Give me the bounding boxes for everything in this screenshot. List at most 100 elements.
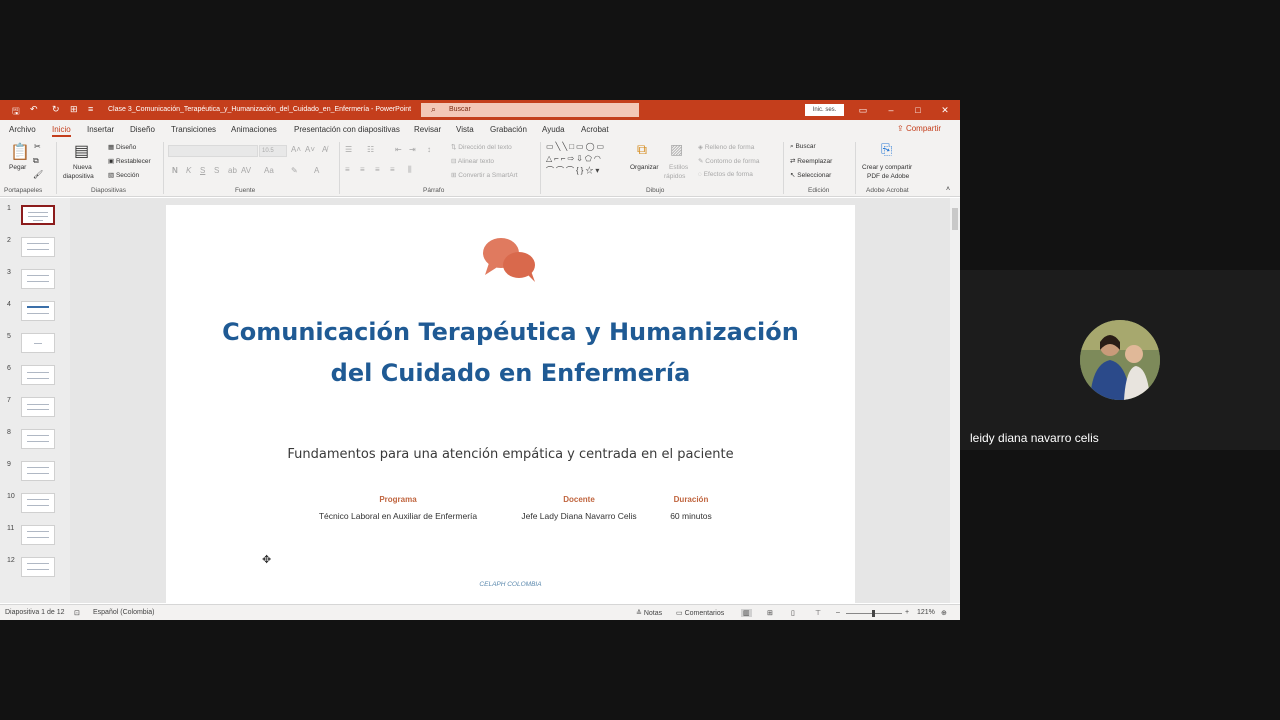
char-spacing-icon[interactable]: AV — [241, 166, 251, 175]
zoom-out-icon[interactable]: – — [836, 609, 840, 616]
find-button[interactable]: ⌕ Buscar — [790, 143, 816, 151]
strikethrough-icon[interactable]: ab — [228, 166, 237, 175]
thumbnail-slide-10[interactable] — [21, 493, 55, 513]
new-slide-label-1[interactable]: Nueva — [73, 164, 92, 171]
quick-styles-icon[interactable]: ▨ — [670, 141, 683, 158]
thumbnail-slide-5[interactable] — [21, 333, 55, 353]
replace-button[interactable]: ⇄ Reemplazar — [790, 157, 832, 165]
signin-button[interactable]: Inic. ses. — [805, 104, 844, 116]
thumbnail-slide-9[interactable] — [21, 461, 55, 481]
shape-effects-button[interactable]: ◌ Efectos de forma — [698, 171, 753, 178]
vertical-scrollbar[interactable] — [950, 198, 960, 603]
align-text-button[interactable]: ⊟ Alinear texto — [451, 157, 494, 165]
justify-icon[interactable]: ≡ — [390, 165, 395, 174]
adobe-pdf-icon[interactable]: ⎘ — [881, 141, 892, 158]
arrange-icon[interactable]: ⧉ — [637, 141, 647, 158]
redo-icon[interactable]: ↻ — [52, 104, 60, 115]
clear-format-icon[interactable]: A̸ — [322, 145, 327, 154]
zoom-level[interactable]: 121% — [917, 609, 935, 616]
shrink-font-icon[interactable]: A˅ — [305, 145, 315, 154]
collapse-ribbon-icon[interactable]: ˄ — [946, 186, 950, 193]
thumbnail-slide-7[interactable] — [21, 397, 55, 417]
bullets-icon[interactable]: ☰ — [345, 145, 352, 154]
quick-styles-label-2[interactable]: rápidos — [664, 173, 685, 180]
tab-revisar[interactable]: Revisar — [414, 125, 441, 134]
share-button[interactable]: ⇪ Compartir — [897, 124, 941, 133]
ribbon-display-icon[interactable]: ▭ — [853, 102, 873, 118]
tab-diseno[interactable]: Diseño — [130, 125, 155, 134]
close-icon[interactable]: ✕ — [935, 102, 955, 118]
zoom-in-icon[interactable]: + — [905, 609, 909, 616]
minimize-icon[interactable]: – — [881, 102, 901, 118]
save-icon[interactable]: 🖫 — [12, 104, 20, 120]
underline-icon[interactable]: S — [200, 166, 205, 175]
comments-button[interactable]: ▭ Comentarios — [676, 609, 724, 617]
align-left-icon[interactable]: ≡ — [345, 165, 350, 174]
grow-font-icon[interactable]: A˄ — [291, 145, 301, 154]
tab-animaciones[interactable]: Animaciones — [231, 125, 277, 134]
thumbnail-slide-3[interactable] — [21, 269, 55, 289]
notes-button[interactable]: ≙ Notas — [636, 609, 662, 617]
scrollbar-thumb[interactable] — [952, 208, 958, 230]
shapes-gallery[interactable]: ▭╲╲□▭◯▭ △⌐⌐⇨⇩⬠◠ ⌒⌒⌒{}☆▾ — [546, 141, 628, 179]
tab-transiciones[interactable]: Transiciones — [171, 125, 216, 134]
copy-icon[interactable]: ⧉ — [33, 156, 39, 166]
thumbnail-slide-12[interactable] — [21, 557, 55, 577]
highlight-icon[interactable]: ✎ — [291, 166, 298, 175]
present-from-start-icon[interactable]: ⊞ — [70, 104, 78, 115]
slide-sorter-icon[interactable]: ⊞ — [767, 609, 773, 617]
tab-presentacion[interactable]: Presentación con diapositivas — [294, 125, 400, 134]
bold-icon[interactable]: N — [172, 166, 178, 175]
select-button[interactable]: ↖ Seleccionar — [790, 171, 831, 179]
cut-icon[interactable]: ✂ — [34, 142, 41, 151]
tab-ayuda[interactable]: Ayuda — [542, 125, 565, 134]
font-color-icon[interactable]: A — [314, 166, 319, 175]
accessibility-icon[interactable]: ⊡ — [74, 609, 80, 617]
reading-view-icon[interactable]: ▯ — [791, 609, 795, 617]
align-right-icon[interactable]: ≡ — [375, 165, 380, 174]
tab-acrobat[interactable]: Acrobat — [581, 125, 609, 134]
arrange-button[interactable]: Organizar — [630, 164, 659, 171]
section-button[interactable]: ▧ Sección — [108, 171, 139, 179]
new-slide-icon[interactable]: ▤ — [74, 141, 89, 161]
normal-view-icon[interactable]: ▥ — [741, 609, 752, 617]
thumbnail-slide-8[interactable] — [21, 429, 55, 449]
font-family-select[interactable] — [168, 145, 258, 157]
italic-icon[interactable]: K — [186, 166, 191, 175]
align-center-icon[interactable]: ≡ — [360, 165, 365, 174]
tab-grabacion[interactable]: Grabación — [490, 125, 527, 134]
thumbnail-slide-11[interactable] — [21, 525, 55, 545]
zoom-slider-thumb[interactable] — [872, 610, 875, 617]
paste-button[interactable]: Pegar — [9, 164, 26, 171]
new-slide-label-2[interactable]: diapositiva — [63, 173, 94, 180]
font-size-select[interactable]: 10.5 — [259, 145, 287, 157]
convert-smartart-button[interactable]: ⊞ Convertir a SmartArt — [451, 171, 518, 179]
line-spacing-icon[interactable]: ↕ — [427, 145, 431, 154]
tab-archivo[interactable]: Archivo — [9, 125, 36, 134]
language-indicator[interactable]: Español (Colombia) — [93, 609, 154, 616]
fit-to-window-icon[interactable]: ⊕ — [941, 609, 947, 617]
shape-fill-button[interactable]: ◈ Relleno de forma — [698, 143, 754, 151]
slideshow-icon[interactable]: ⊤ — [815, 609, 821, 617]
tab-vista[interactable]: Vista — [456, 125, 474, 134]
acrobat-label-2[interactable]: PDF de Adobe — [867, 173, 909, 180]
format-painter-icon[interactable]: 🖌 — [33, 170, 43, 179]
thumbnail-slide-4[interactable] — [21, 301, 55, 321]
change-case-icon[interactable]: Aa — [264, 166, 274, 175]
maximize-icon[interactable]: □ — [908, 102, 928, 118]
shadow-icon[interactable]: S — [214, 166, 219, 175]
quick-styles-label-1[interactable]: Estilos — [669, 164, 688, 171]
text-direction-button[interactable]: ⇅ Dirección del texto — [451, 143, 512, 151]
shape-outline-button[interactable]: ✎ Contorno de forma — [698, 157, 759, 165]
acrobat-label-1[interactable]: Crear y compartir — [862, 164, 912, 171]
tab-inicio[interactable]: Inicio — [52, 125, 71, 137]
reset-button[interactable]: ▣ Restablecer — [108, 157, 151, 165]
columns-icon[interactable]: ⫼ — [408, 165, 412, 175]
thumbnail-slide-1[interactable] — [21, 205, 55, 225]
search-input[interactable]: ⌕ Buscar — [421, 103, 639, 117]
customize-toolbar-icon[interactable]: ≡ — [88, 104, 93, 114]
layout-button[interactable]: ▦ Diseño — [108, 143, 136, 151]
decrease-indent-icon[interactable]: ⇤ — [395, 145, 402, 154]
thumbnail-slide-2[interactable] — [21, 237, 55, 257]
increase-indent-icon[interactable]: ⇥ — [409, 145, 416, 154]
